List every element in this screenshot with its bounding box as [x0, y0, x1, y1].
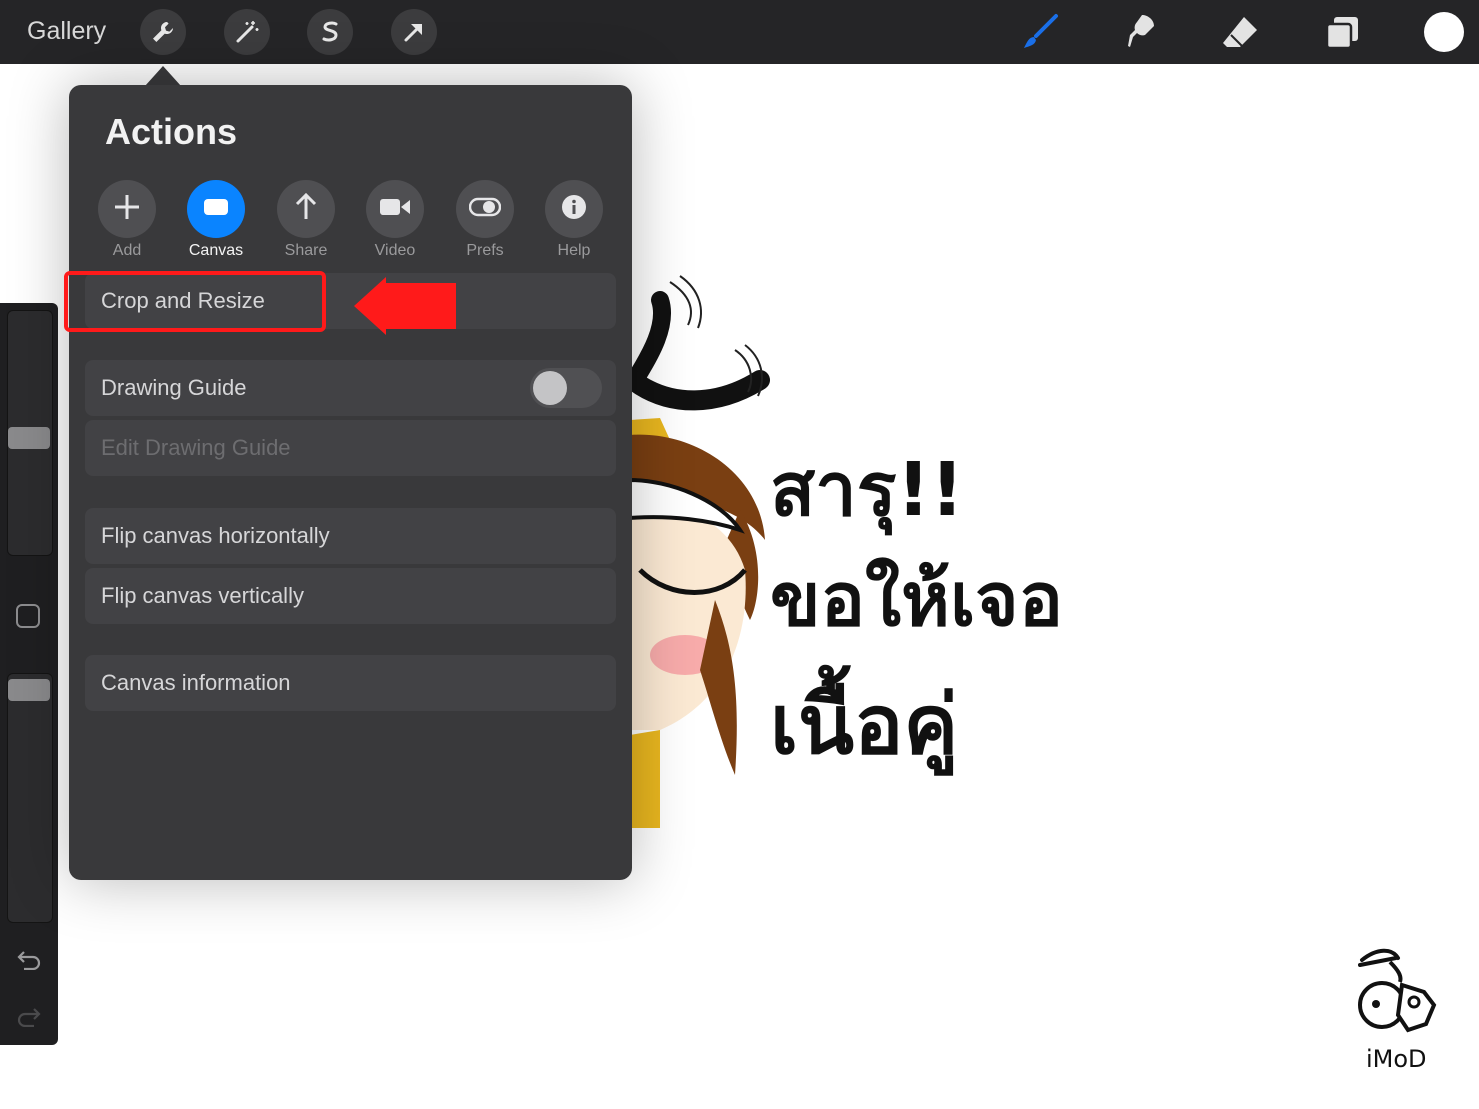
tab-add[interactable]: Add: [87, 180, 167, 260]
share-arrow-icon: [291, 192, 321, 227]
annotation-highlight-box: [64, 271, 326, 332]
artwork-text-line-2: ขอให้เจอ: [770, 557, 1064, 643]
eraser-icon[interactable]: [1220, 12, 1260, 52]
annotation-red-arrow-icon: [354, 277, 456, 335]
flip-canvas-vertically-item[interactable]: Flip canvas vertically: [85, 568, 616, 624]
color-picker-swatch[interactable]: [1424, 12, 1464, 52]
transform-arrow-icon[interactable]: [391, 9, 437, 55]
redo-icon[interactable]: [14, 1001, 44, 1031]
tab-help[interactable]: Help: [534, 180, 614, 260]
drawing-guide-toggle[interactable]: [530, 368, 602, 408]
flip-canvas-horizontally-item[interactable]: Flip canvas horizontally: [85, 508, 616, 564]
video-camera-icon: [379, 196, 411, 223]
actions-panel: Actions Add Canvas Share Video Prefs Hel…: [69, 85, 632, 880]
edit-drawing-guide-item: Edit Drawing Guide: [85, 420, 616, 476]
artwork-text-line-1: สารุ!!: [770, 447, 964, 533]
top-toolbar: Gallery: [0, 0, 1479, 64]
brush-icon[interactable]: [1020, 12, 1060, 52]
gallery-button[interactable]: Gallery: [27, 17, 106, 46]
left-sidebar: [0, 303, 58, 1045]
modify-button[interactable]: [16, 604, 40, 628]
artwork-text-line-3: เนื้อคู่: [770, 678, 959, 773]
adjustments-wand-icon[interactable]: [224, 9, 270, 55]
info-icon: [561, 194, 587, 225]
smudge-icon[interactable]: [1120, 12, 1160, 52]
brush-size-slider-thumb[interactable]: [8, 427, 50, 449]
watermark-text: iMoD: [1366, 1045, 1427, 1073]
popover-caret: [145, 66, 181, 86]
tab-prefs[interactable]: Prefs: [445, 180, 525, 260]
opacity-slider[interactable]: [7, 673, 53, 923]
canvas-icon: [203, 197, 229, 222]
selection-s-icon[interactable]: [307, 9, 353, 55]
layers-icon[interactable]: [1322, 12, 1362, 52]
tab-canvas[interactable]: Canvas: [176, 180, 256, 260]
drawing-guide-item[interactable]: Drawing Guide: [85, 360, 616, 416]
undo-icon[interactable]: [14, 944, 44, 974]
opacity-slider-thumb[interactable]: [8, 679, 50, 701]
plus-icon: [112, 192, 142, 227]
panel-title: Actions: [105, 111, 238, 152]
tab-share[interactable]: Share: [266, 180, 346, 260]
toggle-icon: [468, 197, 502, 222]
canvas-information-item[interactable]: Canvas information: [85, 655, 616, 711]
tab-video[interactable]: Video: [355, 180, 435, 260]
actions-wrench-icon[interactable]: [140, 9, 186, 55]
